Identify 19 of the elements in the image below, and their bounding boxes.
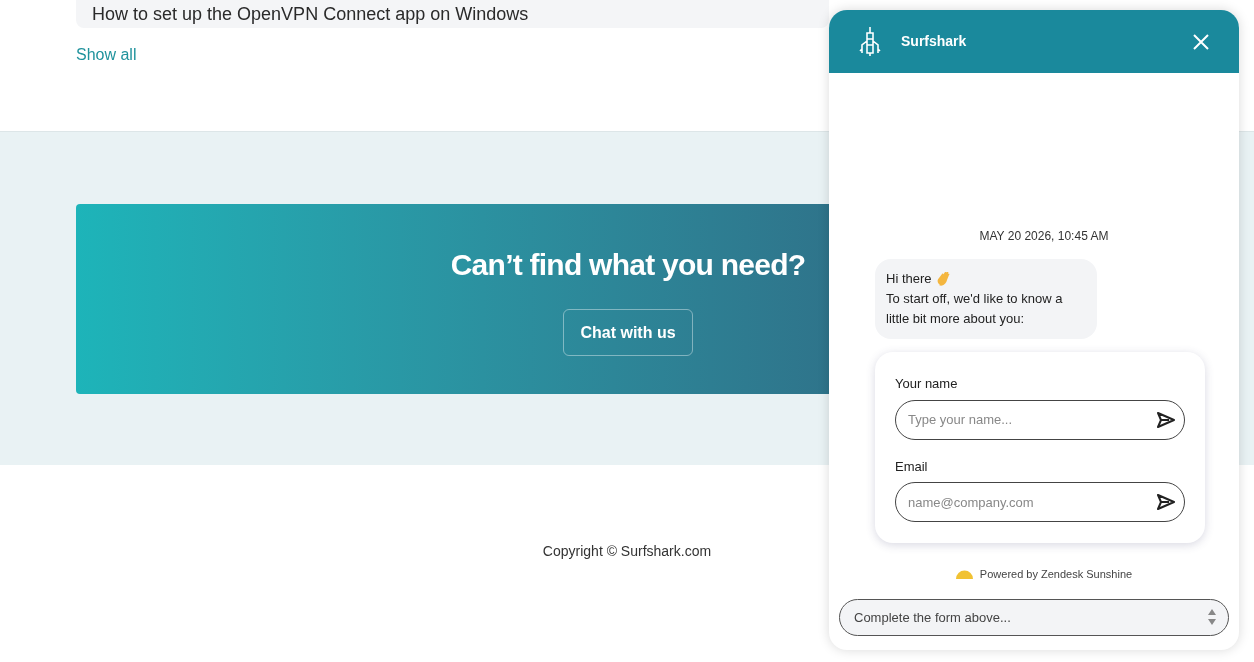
- copyright-text: Copyright © Surfshark.com: [542, 542, 712, 561]
- send-icon[interactable]: [1156, 410, 1176, 429]
- field-label: Your name: [895, 375, 959, 393]
- tower-icon: [859, 26, 881, 57]
- send-icon[interactable]: [1156, 493, 1176, 511]
- message-text: To start off, we'd like to know a little bit more about you:: [886, 290, 1064, 328]
- sun-icon: [955, 569, 973, 580]
- input-field[interactable]: Type your name...: [895, 399, 1185, 440]
- field-label: Email: [895, 457, 929, 476]
- banner-heading: Can’t find what you need?: [450, 247, 806, 283]
- message-timestamp: MAY 20 2026, 10:45 AM: [979, 228, 1109, 245]
- chat-title: Surfshark: [901, 32, 967, 51]
- close-icon[interactable]: [1193, 33, 1209, 50]
- chat-with-us-button[interactable]: Chat with us: [563, 309, 693, 356]
- input-field[interactable]: name@company.com: [895, 482, 1185, 522]
- show-all-link[interactable]: Show all: [76, 46, 137, 63]
- greeting-text: Hi there: [886, 270, 932, 288]
- powered-by-text: Powered by Zendesk Sunshine: [979, 567, 1133, 582]
- article-link[interactable]: How to set up the OpenVPN Connect app on Windows: [76, 0, 829, 28]
